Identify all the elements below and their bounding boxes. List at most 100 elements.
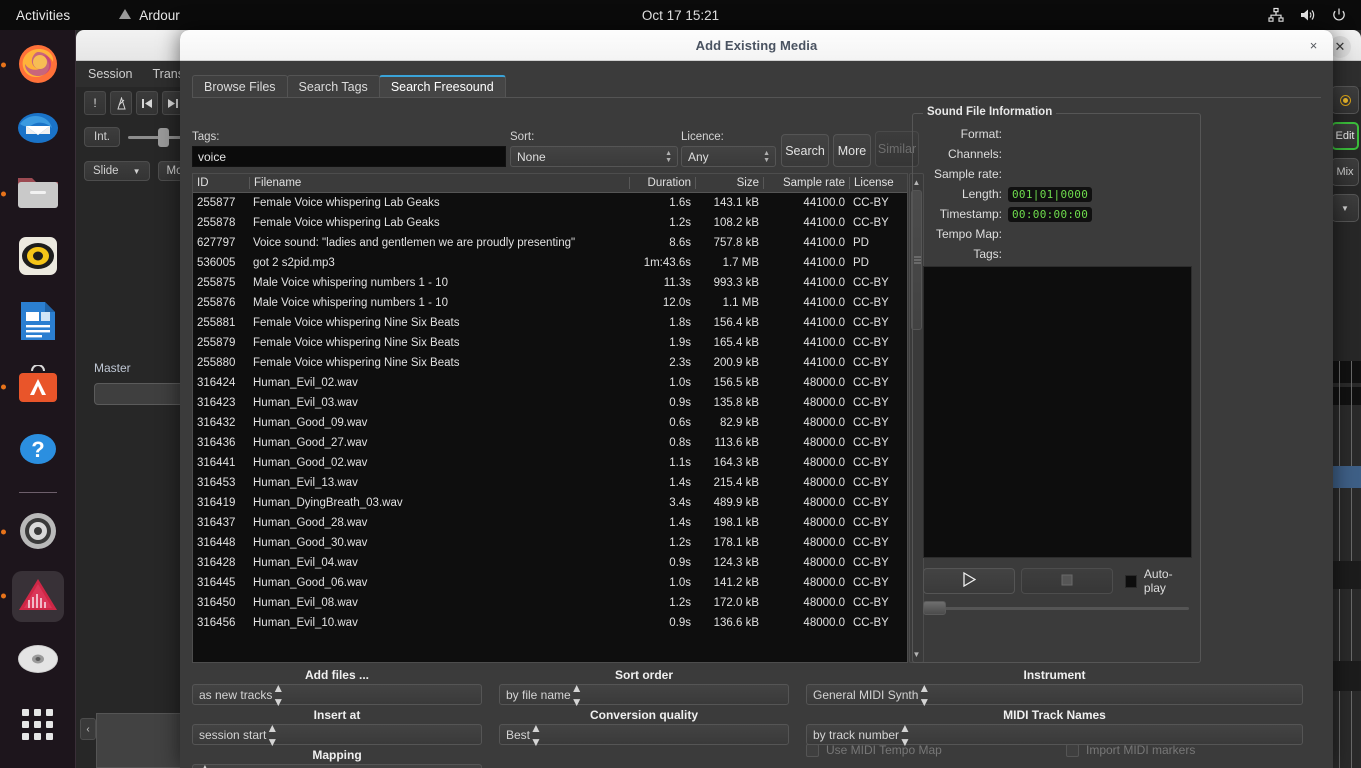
table-row[interactable]: 255876Male Voice whispering numbers 1 - … xyxy=(193,293,907,313)
table-row[interactable]: 255877Female Voice whispering Lab Geaks1… xyxy=(193,193,907,213)
sort-dropdown[interactable]: None ▲▼ xyxy=(510,146,678,167)
stop-button[interactable] xyxy=(1021,568,1113,594)
autoplay-checkbox[interactable] xyxy=(1125,575,1137,588)
add-files-dropdown[interactable]: as new tracks ▲▼ xyxy=(192,684,482,705)
cell-id: 316428 xyxy=(193,557,249,569)
tab-search-freesound[interactable]: Search Freesound xyxy=(379,75,506,98)
cell-filename: Human_Good_02.wav xyxy=(249,457,629,469)
tags-input[interactable] xyxy=(192,146,506,167)
more-button[interactable]: More xyxy=(833,134,871,167)
table-row[interactable]: 255881Female Voice whispering Nine Six B… xyxy=(193,313,907,333)
dock-item-firefox[interactable] xyxy=(12,40,64,90)
tab-browse-files[interactable]: Browse Files xyxy=(192,75,288,98)
table-row[interactable]: 627797Voice sound: "ladies and gentlemen… xyxy=(193,233,907,253)
cell-size: 489.9 kB xyxy=(695,497,763,509)
tab-editor[interactable]: Edit xyxy=(1331,122,1359,150)
table-row[interactable]: 316450Human_Evil_08.wav1.2s172.0 kB48000… xyxy=(193,593,907,613)
chevron-updown-icon: ▲▼ xyxy=(665,150,672,164)
power-icon[interactable] xyxy=(1331,7,1347,23)
volume-icon[interactable] xyxy=(1299,7,1316,23)
cell-license: CC-BY xyxy=(849,537,907,549)
column-header-filename[interactable]: Filename xyxy=(249,177,629,189)
preview-seek-slider[interactable] xyxy=(923,601,1192,615)
clock[interactable]: Oct 17 15:21 xyxy=(0,8,1361,23)
dock-item-rhythmbox[interactable] xyxy=(12,233,64,283)
dock-item-disk-image[interactable] xyxy=(12,636,64,686)
instrument-dropdown[interactable]: General MIDI Synth ▲▼ xyxy=(806,684,1303,705)
activities-button[interactable]: Activities xyxy=(16,8,70,23)
mapping-dropdown[interactable]: ▲▼ xyxy=(192,764,482,768)
conversion-quality-dropdown[interactable]: Best ▲▼ xyxy=(499,724,789,745)
table-row[interactable]: 316428Human_Evil_04.wav0.9s124.3 kB48000… xyxy=(193,553,907,573)
sfi-tags-display[interactable] xyxy=(923,266,1192,558)
dock-item-help[interactable]: ? xyxy=(12,426,64,476)
sort-order-dropdown[interactable]: by file name ▲▼ xyxy=(499,684,789,705)
alert-button[interactable]: ! xyxy=(84,91,106,115)
table-row[interactable]: 536005got 2 s2pid.mp31m:43.6s1.7 MB44100… xyxy=(193,253,907,273)
table-row[interactable]: 316424Human_Evil_02.wav1.0s156.5 kB48000… xyxy=(193,373,907,393)
play-button[interactable] xyxy=(923,568,1015,594)
table-row[interactable]: 316419Human_DyingBreath_03.wav3.4s489.9 … xyxy=(193,493,907,513)
import-midi-markers-label: Import MIDI markers xyxy=(1086,743,1195,757)
table-row[interactable]: 316437Human_Good_28.wav1.4s198.1 kB48000… xyxy=(193,513,907,533)
channels-label: Channels: xyxy=(923,147,1008,161)
clock-source-button[interactable]: Int. xyxy=(84,127,120,147)
dock-item-ubuntu-software[interactable] xyxy=(12,361,64,411)
table-row[interactable]: 316432Human_Good_09.wav0.6s82.9 kB48000.… xyxy=(193,413,907,433)
dock-item-thunderbird[interactable] xyxy=(12,104,64,154)
search-button[interactable]: Search xyxy=(781,134,829,167)
table-row[interactable]: 316448Human_Good_30.wav1.2s178.1 kB48000… xyxy=(193,533,907,553)
edit-mode-selector[interactable]: Slide ▼ xyxy=(84,161,150,181)
dialog-close-button[interactable]: × xyxy=(1303,35,1324,56)
app-menu-ardour[interactable]: Ardour xyxy=(118,8,180,23)
show-applications-button[interactable] xyxy=(12,700,64,750)
cell-id: 255878 xyxy=(193,217,249,229)
autoplay-control[interactable]: Auto-play xyxy=(1125,567,1193,595)
column-header-license[interactable]: License xyxy=(849,177,907,189)
cell-size: 1.7 MB xyxy=(695,257,763,269)
slider-handle[interactable] xyxy=(158,128,169,147)
system-tray[interactable] xyxy=(1268,7,1347,23)
timestamp-clock[interactable]: 00:00:00:00 xyxy=(1008,207,1092,222)
menu-session[interactable]: Session xyxy=(88,67,132,81)
column-header-sample-rate[interactable]: Sample rate xyxy=(763,177,849,189)
master-name-field[interactable] xyxy=(94,383,190,405)
metronome-icon[interactable] xyxy=(110,91,132,115)
freesound-results-table[interactable]: ID Filename Duration Size Sample rate Li… xyxy=(192,173,908,663)
sample-rate-row: Sample rate: xyxy=(913,164,1200,184)
table-row[interactable]: 255879Female Voice whispering Nine Six B… xyxy=(193,333,907,353)
table-row[interactable]: 316453Human_Evil_13.wav1.4s215.4 kB48000… xyxy=(193,473,907,493)
column-header-id[interactable]: ID xyxy=(193,177,249,189)
seek-handle[interactable] xyxy=(923,601,946,615)
dock-item-libreoffice-writer[interactable] xyxy=(12,297,64,347)
dock-item-ardour[interactable] xyxy=(12,571,64,621)
length-clock[interactable]: 001|01|0000 xyxy=(1008,187,1092,202)
table-row[interactable]: 316445Human_Good_06.wav1.0s141.2 kB48000… xyxy=(193,573,907,593)
midi-track-names-label: MIDI Track Names xyxy=(806,707,1303,724)
column-header-size[interactable]: Size xyxy=(695,177,763,189)
table-row[interactable]: 255875Male Voice whispering numbers 1 - … xyxy=(193,273,907,293)
dock-item-files[interactable] xyxy=(12,169,64,219)
table-row[interactable]: 316456Human_Evil_10.wav0.9s136.6 kB48000… xyxy=(193,613,907,633)
licence-dropdown[interactable]: Any ▲▼ xyxy=(681,146,776,167)
table-row[interactable]: 255880Female Voice whispering Nine Six B… xyxy=(193,353,907,373)
table-row[interactable]: 316436Human_Good_27.wav0.8s113.6 kB48000… xyxy=(193,433,907,453)
table-row[interactable]: 316423Human_Evil_03.wav0.9s135.8 kB48000… xyxy=(193,393,907,413)
insert-at-dropdown[interactable]: session start ▲▼ xyxy=(192,724,482,745)
licence-label: Licence: xyxy=(681,131,776,143)
master-bus-strip: Master xyxy=(94,361,194,405)
cell-size: 135.8 kB xyxy=(695,397,763,409)
tab-mixer[interactable]: Mix xyxy=(1331,158,1359,186)
global-record-icon[interactable] xyxy=(1331,86,1359,114)
network-icon[interactable] xyxy=(1268,7,1284,23)
dock-item-settings[interactable] xyxy=(12,507,64,557)
cell-license: PD xyxy=(849,257,907,269)
table-row[interactable]: 316441Human_Good_02.wav1.1s164.3 kB48000… xyxy=(193,453,907,473)
tab-search-tags[interactable]: Search Tags xyxy=(287,75,380,98)
table-row[interactable]: 255878Female Voice whispering Lab Geaks1… xyxy=(193,213,907,233)
chevron-down-icon[interactable]: ▼ xyxy=(1331,194,1359,222)
dialog-titlebar[interactable]: Add Existing Media × xyxy=(180,30,1333,61)
go-to-start-icon[interactable] xyxy=(136,91,158,115)
editor-list-toggle[interactable]: ‹ xyxy=(80,718,96,740)
column-header-duration[interactable]: Duration xyxy=(629,177,695,189)
